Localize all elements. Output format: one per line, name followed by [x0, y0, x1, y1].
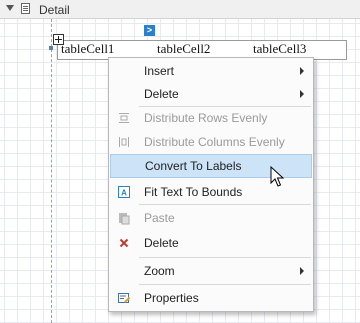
smart-tag-button[interactable]: >	[144, 25, 155, 36]
submenu-arrow-icon	[300, 267, 304, 275]
submenu-arrow-icon	[300, 67, 304, 75]
selection-handle[interactable]	[49, 46, 53, 50]
table-cell-3[interactable]: tableCell3	[253, 42, 306, 56]
delete-icon	[119, 238, 129, 248]
menu-item-paste[interactable]: Paste	[110, 206, 312, 230]
menu-item-label: Insert	[144, 64, 175, 78]
mouse-cursor-icon	[270, 166, 285, 187]
collapse-arrow-icon[interactable]	[6, 5, 14, 11]
menu-item-label: Zoom	[144, 264, 175, 278]
menu-item-distribute-columns[interactable]: Distribute Columns Evenly	[110, 130, 312, 154]
menu-item-properties[interactable]: Properties	[110, 286, 312, 310]
menu-separator	[139, 257, 311, 258]
menu-item-label: Distribute Columns Evenly	[144, 135, 285, 149]
menu-item-insert[interactable]: Insert	[110, 59, 312, 83]
properties-icon	[118, 293, 131, 303]
menu-separator	[139, 204, 311, 205]
menu-item-label: Delete	[144, 87, 179, 101]
menu-item-label: Properties	[144, 291, 199, 305]
menu-item-label: Delete	[144, 236, 179, 250]
menu-item-distribute-rows[interactable]: Distribute Rows Evenly	[110, 106, 312, 130]
detail-band-header[interactable]: Detail	[0, 0, 360, 19]
table-cell-1[interactable]: tableCell1	[61, 42, 114, 56]
band-title: Detail	[39, 3, 70, 17]
band-icon	[21, 3, 30, 14]
fit-text-icon: A	[118, 186, 130, 198]
svg-text:A: A	[121, 189, 127, 198]
menu-item-delete[interactable]: Delete	[110, 231, 312, 255]
table-cell-2[interactable]: tableCell2	[157, 42, 210, 56]
paste-icon	[119, 213, 130, 225]
submenu-arrow-icon	[300, 90, 304, 98]
menu-item-label: Distribute Rows Evenly	[144, 111, 268, 125]
distribute-columns-icon	[119, 137, 129, 147]
distribute-rows-icon	[119, 113, 129, 123]
menu-item-label: Fit Text To Bounds	[144, 185, 243, 199]
left-margin-line	[51, 19, 52, 323]
menu-item-label: Paste	[144, 211, 175, 225]
menu-separator	[139, 284, 311, 285]
menu-item-label: Convert To Labels	[145, 159, 242, 173]
menu-item-delete-submenu[interactable]: Delete	[110, 82, 312, 106]
menu-item-zoom[interactable]: Zoom	[110, 259, 312, 283]
